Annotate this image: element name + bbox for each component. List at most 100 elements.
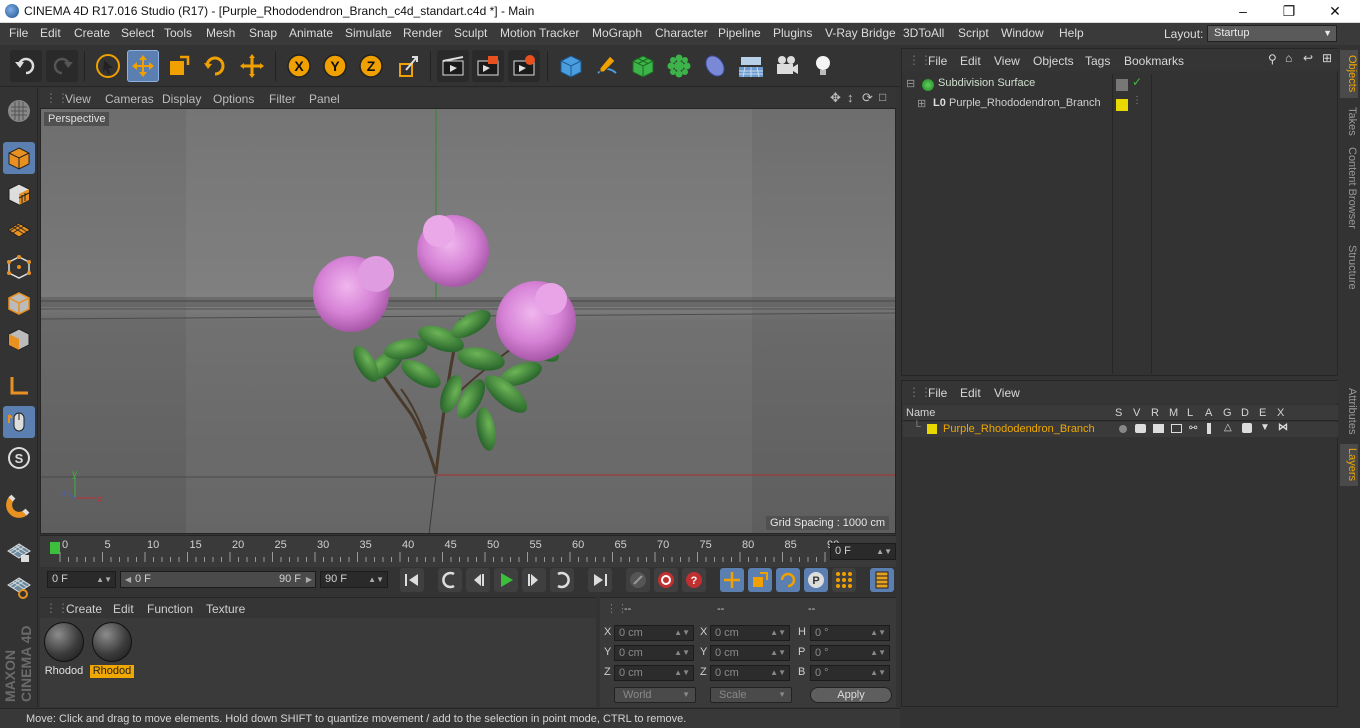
new-view-icon[interactable]: ⊞	[1322, 51, 1332, 65]
layers-menu-file[interactable]: File	[928, 386, 947, 400]
record-point-level-icon[interactable]	[832, 568, 856, 592]
record-scale-icon[interactable]	[748, 568, 772, 592]
deformer-icon[interactable]	[699, 50, 731, 82]
pos-z-field[interactable]: 0 cm ▲▼	[614, 665, 694, 681]
points-mode-icon[interactable]	[3, 251, 35, 283]
object-row-rhododendron[interactable]: ⊞ L0 Purple_Rhododendron_Branch	[904, 95, 1114, 113]
edit-render-settings-icon[interactable]	[508, 50, 540, 82]
column-generators[interactable]: G	[1223, 407, 1232, 419]
rotate-icon[interactable]	[199, 50, 231, 82]
keyframe-selection-icon[interactable]: ?	[682, 568, 706, 592]
apply-button[interactable]: Apply	[810, 687, 892, 703]
objects-menu-bookmarks[interactable]: Bookmarks	[1124, 54, 1184, 68]
viewport-menu-display[interactable]: Display	[162, 92, 201, 106]
generator-icon[interactable]: △	[1224, 422, 1232, 433]
camera-name-label[interactable]: Perspective	[44, 112, 110, 126]
back-icon[interactable]: ↩	[1303, 51, 1313, 65]
menu-animate[interactable]: Animate	[289, 26, 333, 40]
timeline-ruler[interactable]: 051015202530354045505560657075808590 0 F…	[40, 535, 896, 567]
viewport-menu-cameras[interactable]: Cameras	[105, 92, 154, 106]
deformer-toggle-icon[interactable]	[1242, 423, 1252, 433]
visible-eye-icon[interactable]	[1135, 424, 1146, 433]
layer-row[interactable]: └ Purple_Rhododendron_Branch ⚯ △ ▼ ⋈	[903, 421, 1338, 437]
menu-mesh[interactable]: Mesh	[206, 26, 235, 40]
home-icon[interactable]: ⌂	[1285, 51, 1292, 65]
viewport-menu-options[interactable]: Options	[213, 92, 254, 106]
column-solo[interactable]: S	[1115, 407, 1122, 419]
layer-color-swatch[interactable]	[927, 424, 937, 434]
column-xrefs[interactable]: X	[1277, 407, 1284, 419]
autokeying-icon[interactable]	[654, 568, 678, 592]
range-left-arrow-icon[interactable]: ◀	[125, 572, 131, 587]
redo-icon[interactable]	[46, 50, 78, 82]
viewport-menu-filter[interactable]: Filter	[269, 92, 296, 106]
tab-objects[interactable]: Objects	[1340, 50, 1358, 98]
menu-tools[interactable]: Tools	[164, 26, 192, 40]
viewport-menu-view[interactable]: View	[65, 92, 91, 106]
scale-icon[interactable]	[163, 50, 195, 82]
column-locked[interactable]: L	[1187, 407, 1193, 419]
minimize-button[interactable]: –	[1220, 0, 1266, 23]
menu-vray-bridge[interactable]: V-Ray Bridge	[825, 26, 896, 40]
tab-content-browser[interactable]: Content Browser	[1340, 144, 1358, 232]
column-expressions[interactable]: E	[1259, 407, 1266, 419]
layers-menu-view[interactable]: View	[994, 386, 1020, 400]
texture-mode-icon[interactable]	[3, 178, 35, 210]
material-menu-create[interactable]: Create	[66, 602, 102, 616]
playhead-marker[interactable]	[50, 542, 60, 554]
size-z-field[interactable]: 0 cm ▲▼	[710, 665, 790, 681]
record-position-icon[interactable]	[720, 568, 744, 592]
solo-toggle-icon[interactable]	[1119, 425, 1127, 433]
subdivision-tag-icon[interactable]	[1116, 79, 1128, 91]
pen-icon[interactable]	[591, 50, 623, 82]
layout-select[interactable]: Startup ▼	[1207, 25, 1337, 42]
viewport-pan-icon[interactable]: ✥	[830, 90, 841, 106]
start-frame-field[interactable]: 0 F ▲▼	[47, 571, 116, 588]
tweak-mode-icon[interactable]	[3, 406, 35, 438]
cloner-icon[interactable]	[663, 50, 695, 82]
edges-mode-icon[interactable]	[3, 287, 35, 319]
menu-snap[interactable]: Snap	[249, 26, 277, 40]
menu-mograph[interactable]: MoGraph	[592, 26, 642, 40]
workplane-lock-icon[interactable]	[3, 535, 35, 567]
manager-icon[interactable]	[1171, 424, 1182, 433]
coordinate-space-select[interactable]: World ▼	[614, 687, 696, 703]
tab-takes[interactable]: Takes	[1340, 102, 1358, 140]
viewport-maximize-icon[interactable]: □	[879, 90, 886, 104]
size-y-field[interactable]: 0 cm ▲▼	[710, 645, 790, 661]
object-row-subdivision-surface[interactable]: ⊟ Subdivision Surface	[904, 75, 1114, 93]
column-name[interactable]: Name	[906, 407, 935, 419]
column-render[interactable]: R	[1151, 407, 1159, 419]
frame-range-slider[interactable]: ◀ 0 F 90 F ▶	[120, 571, 316, 588]
subdivision-icon[interactable]	[627, 50, 659, 82]
expression-icon[interactable]: ▼	[1260, 422, 1270, 433]
menu-3dtoall[interactable]: 3DToAll	[903, 26, 944, 40]
column-deformers[interactable]: D	[1241, 407, 1249, 419]
size-x-field[interactable]: 0 cm ▲▼	[710, 625, 790, 641]
previous-frame-icon[interactable]	[466, 568, 490, 592]
column-animation[interactable]: A	[1205, 407, 1212, 419]
viewport-menu-panel[interactable]: Panel	[309, 92, 340, 106]
select-cursor-icon[interactable]	[92, 50, 124, 82]
pos-x-field[interactable]: 0 cm ▲▼	[614, 625, 694, 641]
record-keys-icon[interactable]	[626, 568, 650, 592]
axis-mode-icon[interactable]	[3, 370, 35, 402]
objects-menu-view[interactable]: View	[994, 54, 1020, 68]
floor-icon[interactable]	[735, 50, 767, 82]
camera-icon[interactable]	[771, 50, 803, 82]
undo-icon[interactable]	[10, 50, 42, 82]
z-axis-icon[interactable]: Z	[355, 50, 387, 82]
pos-y-field[interactable]: 0 cm ▲▼	[614, 645, 694, 661]
move-icon[interactable]	[127, 50, 159, 82]
make-editable-icon[interactable]	[3, 95, 35, 127]
menu-simulate[interactable]: Simulate	[345, 26, 392, 40]
menu-help[interactable]: Help	[1059, 26, 1084, 40]
magnet-icon[interactable]	[3, 489, 35, 521]
expand-icon[interactable]: ⊞	[917, 97, 926, 110]
menu-plugins[interactable]: Plugins	[773, 26, 812, 40]
model-mode-icon[interactable]	[3, 142, 35, 174]
layer-color-icon[interactable]	[1116, 99, 1128, 111]
next-frame-icon[interactable]	[522, 568, 546, 592]
go-to-start-icon[interactable]	[400, 568, 424, 592]
enabled-check-icon[interactable]: ✓	[1132, 75, 1142, 89]
